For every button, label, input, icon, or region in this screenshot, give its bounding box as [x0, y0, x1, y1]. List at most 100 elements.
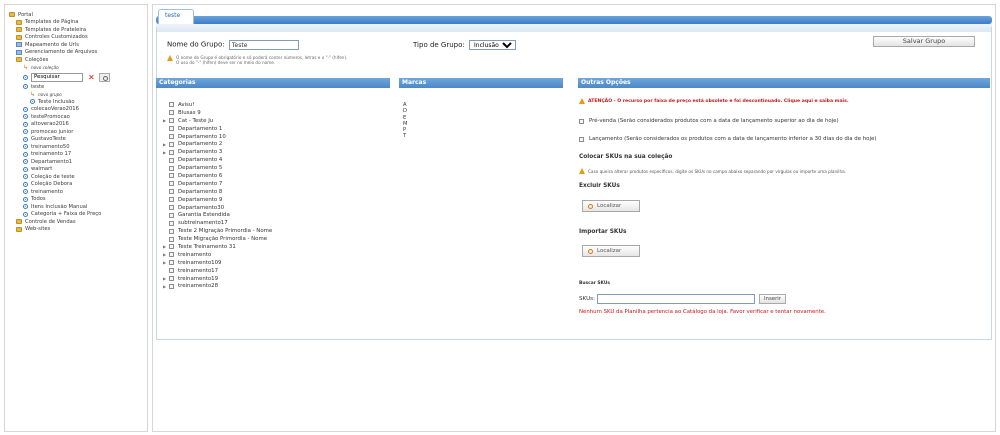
- group-type-select[interactable]: Inclusão: [469, 40, 516, 50]
- category-checkbox[interactable]: [169, 228, 174, 234]
- tree-item[interactable]: GustavoTeste: [9, 136, 147, 144]
- category-checkbox[interactable]: [169, 149, 174, 155]
- search-icon[interactable]: [99, 72, 110, 82]
- prevenda-checkbox[interactable]: [579, 118, 584, 124]
- group-name-input[interactable]: [228, 40, 299, 50]
- insert-button[interactable]: Inserir: [758, 294, 786, 304]
- tree-item[interactable]: colecaoVerao2016: [9, 106, 147, 114]
- tree-item[interactable]: Departamento1: [9, 158, 147, 166]
- category-item[interactable]: Teste Migração Primordia - Nome: [163, 235, 272, 243]
- collection-search-input[interactable]: [31, 72, 83, 82]
- category-checkbox[interactable]: [169, 141, 174, 147]
- tree-item[interactable]: Templates de Página: [9, 19, 147, 27]
- category-checkbox[interactable]: [169, 220, 174, 226]
- category-checkbox[interactable]: [169, 110, 174, 116]
- tree-item[interactable]: ↳ novo coleção: [9, 64, 147, 72]
- category-checkbox[interactable]: [169, 276, 174, 282]
- tree-item[interactable]: Mapeamento de Urls: [9, 41, 147, 49]
- tree-item[interactable]: altoverao2016: [9, 121, 147, 129]
- brand-item[interactable]: D: [403, 108, 407, 114]
- category-label: treinamento17: [178, 267, 219, 274]
- tree-item[interactable]: Controles Customizados: [9, 34, 147, 42]
- tree-item[interactable]: Itens Inclusão Manual: [9, 203, 147, 211]
- tree-item[interactable]: Portal: [9, 11, 147, 19]
- tree-item[interactable]: Templates de Prateleira: [9, 26, 147, 34]
- category-item[interactable]: ▶ Departamento 3: [163, 148, 272, 156]
- tree-item[interactable]: treinamento 17: [9, 151, 147, 159]
- obsolete-warning[interactable]: ATENÇÃO - O recurso por faixa de preço e…: [579, 98, 849, 104]
- category-item[interactable]: Departamento 10: [163, 133, 272, 141]
- tree-item[interactable]: ↳ novo grupo: [9, 91, 147, 99]
- category-item[interactable]: Departamento 7: [163, 180, 272, 188]
- tree-item[interactable]: treinamento: [9, 188, 147, 196]
- tree-item[interactable]: Coleção Debora: [9, 181, 147, 189]
- category-checkbox[interactable]: [169, 260, 174, 266]
- tree-item[interactable]: walmart: [9, 166, 147, 174]
- tree-item[interactable]: Teste Inclusão: [9, 98, 147, 106]
- category-label: treinamento: [178, 251, 212, 258]
- collection-icon: [23, 211, 28, 217]
- tree-item[interactable]: Web-sites: [9, 226, 147, 234]
- category-checkbox[interactable]: [169, 283, 174, 289]
- skus-input[interactable]: [596, 294, 755, 304]
- tree-item[interactable]: Coleção de teste: [9, 173, 147, 181]
- tree-item[interactable]: Gerenciamento de Arquivos: [9, 49, 147, 57]
- category-item[interactable]: ▶ treinamento: [163, 251, 272, 259]
- category-checkbox[interactable]: [169, 173, 174, 179]
- category-item[interactable]: Departamento 6: [163, 172, 272, 180]
- clear-search-icon[interactable]: ✕: [88, 73, 97, 82]
- category-checkbox[interactable]: [169, 157, 174, 163]
- save-group-button[interactable]: Salvar Grupo: [873, 36, 975, 47]
- category-item[interactable]: Departamento30: [163, 204, 272, 212]
- category-item[interactable]: Departamento 8: [163, 188, 272, 196]
- category-checkbox[interactable]: [169, 189, 174, 195]
- category-checkbox[interactable]: [169, 134, 174, 139]
- category-checkbox[interactable]: [169, 102, 174, 108]
- category-item[interactable]: ▶ treinamento109: [163, 259, 272, 267]
- lancamento-checkbox[interactable]: [579, 136, 584, 142]
- category-item[interactable]: ▶ Cat - Teste Ju: [163, 117, 272, 125]
- tree-item[interactable]: promocao junior: [9, 128, 147, 136]
- importar-localizar-button[interactable]: Localizar: [582, 245, 640, 257]
- brands-list: ADEMPT: [403, 102, 407, 140]
- category-checkbox[interactable]: [169, 165, 174, 171]
- category-item[interactable]: ▶ treinamento19: [163, 275, 272, 283]
- tree-item[interactable]: treinamento50: [9, 143, 147, 151]
- category-item[interactable]: Departamento 1: [163, 125, 272, 133]
- category-item[interactable]: Departamento 5: [163, 164, 272, 172]
- tree-item[interactable]: Coleções: [9, 56, 147, 64]
- brand-item[interactable]: T: [403, 133, 407, 139]
- category-checkbox[interactable]: [169, 118, 174, 124]
- category-checkbox[interactable]: [169, 126, 174, 132]
- tree-list: Portal Templates de Página Templates de Pr…: [5, 5, 147, 71]
- category-item[interactable]: Garantia Estendida: [163, 211, 272, 219]
- category-checkbox[interactable]: [169, 181, 174, 187]
- category-item[interactable]: Departamento 9: [163, 196, 272, 204]
- category-checkbox[interactable]: [169, 236, 174, 242]
- category-checkbox[interactable]: [169, 212, 174, 218]
- tree-item[interactable]: Categoria + Faixa de Preço: [9, 211, 147, 219]
- tree-item-label: treinamento 17: [31, 151, 72, 158]
- tree-item[interactable]: Controle de Vendas: [9, 218, 147, 226]
- category-item[interactable]: subtreinamento17: [163, 219, 272, 227]
- category-item[interactable]: ▶ Teste Treinamento 31: [163, 243, 272, 251]
- tree-item[interactable]: testePromocao: [9, 113, 147, 121]
- tab-teste[interactable]: teste: [158, 9, 194, 24]
- category-item[interactable]: treinamento17: [163, 267, 272, 275]
- category-checkbox[interactable]: [169, 268, 174, 274]
- category-item[interactable]: ▶ Departamento 2: [163, 140, 272, 148]
- collection-icon: [23, 151, 28, 157]
- tree-item-label: novo grupo: [38, 91, 62, 97]
- tree-item[interactable]: Todos: [9, 196, 147, 204]
- category-checkbox[interactable]: [169, 197, 174, 203]
- category-item[interactable]: Avisu!: [163, 101, 272, 109]
- category-checkbox[interactable]: [169, 205, 174, 211]
- category-item[interactable]: Blusas 9: [163, 109, 272, 117]
- category-item[interactable]: ▶ treinamento28: [163, 282, 272, 290]
- category-item[interactable]: Departamento 4: [163, 156, 272, 164]
- category-item[interactable]: Teste 2 Migração Primordia - Nome: [163, 227, 272, 235]
- category-checkbox[interactable]: [169, 252, 174, 258]
- tree-item[interactable]: teste: [9, 83, 147, 91]
- excluir-localizar-button[interactable]: Localizar: [582, 200, 640, 212]
- category-checkbox[interactable]: [169, 244, 174, 250]
